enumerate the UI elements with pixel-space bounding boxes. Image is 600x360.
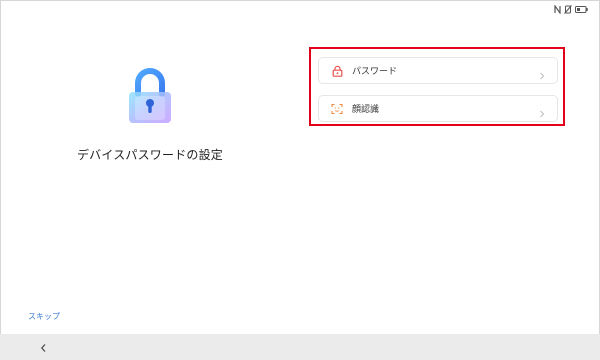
password-option[interactable]: パスワード (318, 57, 558, 84)
chevron-right-icon (539, 66, 545, 80)
page-title: デバイスパスワードの設定 (76, 148, 224, 162)
navigation-bar (0, 334, 600, 360)
skip-button[interactable]: スキップ (28, 311, 60, 322)
lock-icon (330, 64, 344, 78)
security-options-panel: パスワード 顔認識 (309, 47, 565, 126)
mute-icon (564, 4, 572, 14)
status-bar (554, 3, 588, 15)
nfc-icon (554, 4, 561, 14)
chevron-left-icon (40, 338, 47, 357)
password-option-label: パスワード (352, 67, 398, 77)
chevron-right-icon (539, 104, 545, 118)
face-scan-icon (330, 102, 344, 116)
battery-icon (575, 5, 588, 13)
face-recognition-option[interactable]: 顔認識 (318, 95, 558, 122)
face-recognition-option-label: 顔認識 (352, 105, 380, 115)
lock-illustration (125, 66, 175, 126)
back-button[interactable] (36, 341, 50, 353)
